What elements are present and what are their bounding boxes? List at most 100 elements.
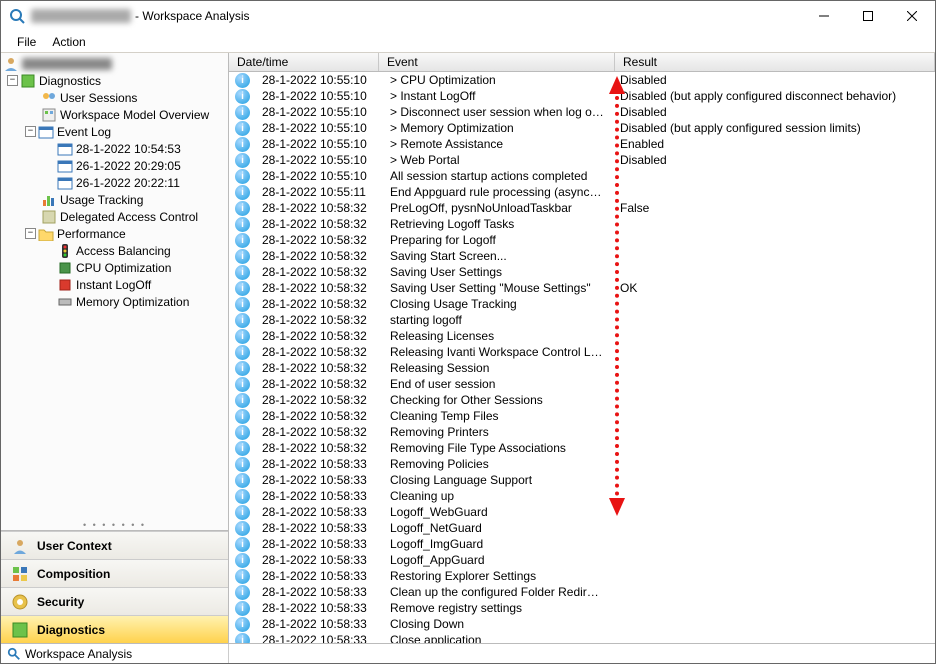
table-row[interactable]: i28-1-2022 10:55:10All session startup a… [229, 168, 935, 184]
cell-event: Retrieving Logoff Tasks [382, 217, 612, 231]
table-row[interactable]: i28-1-2022 10:55:11End Appguard rule pro… [229, 184, 935, 200]
info-icon: i [235, 89, 250, 104]
table-row[interactable]: i28-1-2022 10:58:33Logoff_AppGuard [229, 552, 935, 568]
table-row[interactable]: i28-1-2022 10:58:33Closing Language Supp… [229, 472, 935, 488]
cell-result: Disabled (but apply configured disconnec… [612, 89, 935, 103]
info-icon: i [235, 297, 250, 312]
tree-user-sessions[interactable]: User Sessions [1, 89, 228, 106]
tree-diagnostics[interactable]: − Diagnostics [1, 72, 228, 89]
window-close-button[interactable] [897, 4, 927, 28]
cell-event: Preparing for Logoff [382, 233, 612, 247]
table-row[interactable]: i28-1-2022 10:55:10> Web PortalDisabled [229, 152, 935, 168]
info-icon: i [235, 473, 250, 488]
tree-root-user[interactable] [1, 55, 228, 72]
column-header-datetime[interactable]: Date/time [229, 53, 379, 71]
table-row[interactable]: i28-1-2022 10:58:32Releasing Ivanti Work… [229, 344, 935, 360]
tree-memory-opt[interactable]: Memory Optimization [1, 293, 228, 310]
table-row[interactable]: i28-1-2022 10:58:32Retrieving Logoff Tas… [229, 216, 935, 232]
info-icon: i [235, 185, 250, 200]
nav-label: Security [37, 595, 84, 609]
cell-event: Removing Printers [382, 425, 612, 439]
security-icon [11, 593, 29, 611]
window-maximize-button[interactable] [853, 4, 883, 28]
table-row[interactable]: i28-1-2022 10:58:33Close application [229, 632, 935, 643]
table-row[interactable]: i28-1-2022 10:58:32PreLogOff, pysnNoUnlo… [229, 200, 935, 216]
cell-result: Disabled [612, 153, 935, 167]
table-row[interactable]: i28-1-2022 10:58:33Logoff_ImgGuard [229, 536, 935, 552]
cell-event: Restoring Explorer Settings [382, 569, 612, 583]
tree-usage-tracking[interactable]: Usage Tracking [1, 191, 228, 208]
table-row[interactable]: i28-1-2022 10:58:32Releasing Session [229, 360, 935, 376]
table-row[interactable]: i28-1-2022 10:55:10> Memory Optimization… [229, 120, 935, 136]
tree-access-balancing[interactable]: Access Balancing [1, 242, 228, 259]
tree-workspace-model[interactable]: Workspace Model Overview [1, 106, 228, 123]
table-row[interactable]: i28-1-2022 10:58:33Closing Down [229, 616, 935, 632]
table-row[interactable]: i28-1-2022 10:58:32Preparing for Logoff [229, 232, 935, 248]
column-header-result[interactable]: Result [615, 53, 935, 71]
status-workspace-analysis[interactable]: Workspace Analysis [1, 644, 229, 663]
chart-icon [41, 192, 57, 208]
cell-event: > CPU Optimization [382, 73, 612, 87]
cell-datetime: 28-1-2022 10:58:32 [254, 281, 382, 295]
cell-datetime: 28-1-2022 10:55:10 [254, 137, 382, 151]
table-row[interactable]: i28-1-2022 10:58:32End of user session [229, 376, 935, 392]
app-icon [9, 8, 25, 24]
table-row[interactable]: i28-1-2022 10:58:32starting logoff [229, 312, 935, 328]
table-row[interactable]: i28-1-2022 10:58:32Removing Printers [229, 424, 935, 440]
table-row[interactable]: i28-1-2022 10:58:32Closing Usage Trackin… [229, 296, 935, 312]
nav-label: Diagnostics [37, 623, 105, 637]
tree-event-0[interactable]: 28-1-2022 10:54:53 [1, 140, 228, 157]
cell-datetime: 28-1-2022 10:58:32 [254, 361, 382, 375]
nav-label: Composition [37, 567, 110, 581]
table-row[interactable]: i28-1-2022 10:58:32Removing File Type As… [229, 440, 935, 456]
cell-result: OK [612, 281, 935, 295]
cell-event: Saving User Settings [382, 265, 612, 279]
cell-event: > Web Portal [382, 153, 612, 167]
table-row[interactable]: i28-1-2022 10:58:32Saving User Setting "… [229, 280, 935, 296]
table-row[interactable]: i28-1-2022 10:58:32Saving User Settings [229, 264, 935, 280]
nav-diagnostics[interactable]: Diagnostics [1, 615, 228, 643]
tree-panel[interactable]: − Diagnostics User Sessions Workspace Mo… [1, 53, 228, 520]
splitter-handle[interactable]: • • • • • • • [1, 520, 228, 530]
tree-instant-logoff[interactable]: Instant LogOff [1, 276, 228, 293]
table-row[interactable]: i28-1-2022 10:58:33Logoff_WebGuard [229, 504, 935, 520]
cell-datetime: 28-1-2022 10:58:32 [254, 409, 382, 423]
table-row[interactable]: i28-1-2022 10:55:10> Instant LogOffDisab… [229, 88, 935, 104]
table-row[interactable]: i28-1-2022 10:58:33Clean up the configur… [229, 584, 935, 600]
info-icon: i [235, 281, 250, 296]
table-row[interactable]: i28-1-2022 10:58:33Remove registry setti… [229, 600, 935, 616]
tree-performance[interactable]: − Performance [1, 225, 228, 242]
menu-file[interactable]: File [9, 32, 44, 52]
tree-event-log[interactable]: − Event Log [1, 123, 228, 140]
expander-minus-icon[interactable]: − [25, 126, 36, 137]
table-row[interactable]: i28-1-2022 10:55:10> CPU OptimizationDis… [229, 72, 935, 88]
table-row[interactable]: i28-1-2022 10:58:33Logoff_NetGuard [229, 520, 935, 536]
table-row[interactable]: i28-1-2022 10:58:33Cleaning up [229, 488, 935, 504]
grid-body[interactable]: i28-1-2022 10:55:10> CPU OptimizationDis… [229, 72, 935, 643]
cell-datetime: 28-1-2022 10:58:32 [254, 425, 382, 439]
column-header-event[interactable]: Event [379, 53, 615, 71]
cell-datetime: 28-1-2022 10:58:32 [254, 249, 382, 263]
expander-minus-icon[interactable]: − [7, 75, 18, 86]
tree-delegated[interactable]: Delegated Access Control [1, 208, 228, 225]
menu-action[interactable]: Action [44, 32, 93, 52]
table-row[interactable]: i28-1-2022 10:58:32Cleaning Temp Files [229, 408, 935, 424]
info-icon: i [235, 601, 250, 616]
tree-cpu-opt[interactable]: CPU Optimization [1, 259, 228, 276]
table-row[interactable]: i28-1-2022 10:55:10> Remote AssistanceEn… [229, 136, 935, 152]
expander-minus-icon[interactable]: − [25, 228, 36, 239]
tree-event-1[interactable]: 26-1-2022 20:29:05 [1, 157, 228, 174]
info-icon: i [235, 249, 250, 264]
cell-datetime: 28-1-2022 10:55:11 [254, 185, 382, 199]
table-row[interactable]: i28-1-2022 10:58:32Saving Start Screen..… [229, 248, 935, 264]
table-row[interactable]: i28-1-2022 10:58:33Restoring Explorer Se… [229, 568, 935, 584]
nav-security[interactable]: Security [1, 587, 228, 615]
nav-composition[interactable]: Composition [1, 559, 228, 587]
table-row[interactable]: i28-1-2022 10:58:32Checking for Other Se… [229, 392, 935, 408]
tree-event-2[interactable]: 26-1-2022 20:22:11 [1, 174, 228, 191]
table-row[interactable]: i28-1-2022 10:58:33Removing Policies [229, 456, 935, 472]
table-row[interactable]: i28-1-2022 10:55:10> Disconnect user ses… [229, 104, 935, 120]
nav-user-context[interactable]: User Context [1, 531, 228, 559]
table-row[interactable]: i28-1-2022 10:58:32Releasing Licenses [229, 328, 935, 344]
window-minimize-button[interactable] [809, 4, 839, 28]
